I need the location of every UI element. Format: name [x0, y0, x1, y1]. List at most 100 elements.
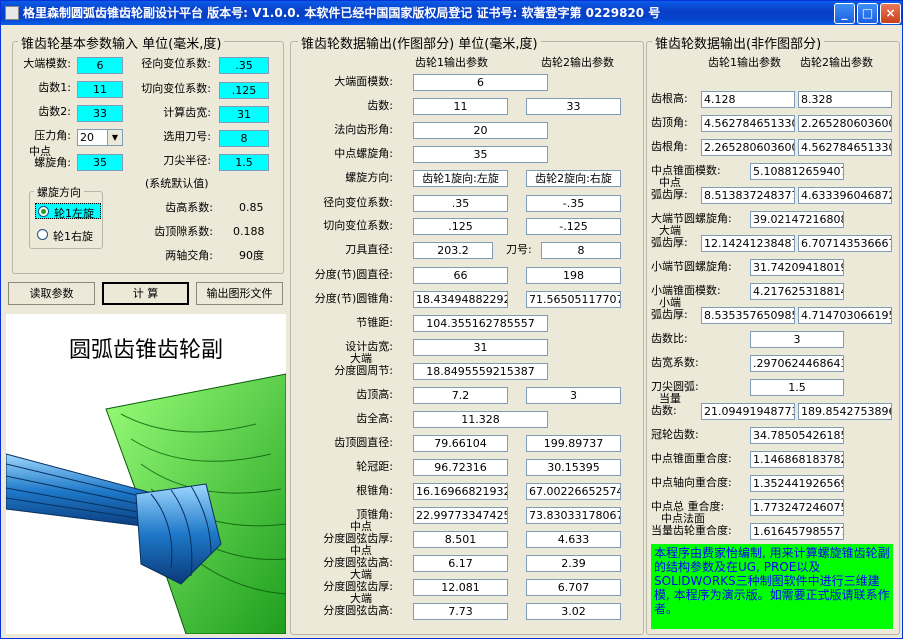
window-title: 格里森制圆弧齿锥齿轮副设计平台 版本号: V1.0.0. 本软件已经中国国家版权…	[23, 6, 661, 20]
row-value-gear1[interactable]: 31	[413, 339, 548, 356]
calculate-button[interactable]: 计 算	[102, 282, 189, 305]
row-value[interactable]: 1.7732472460756	[750, 499, 844, 516]
left-hand-option[interactable]: 轮1左旋	[35, 203, 101, 220]
row-value-gear1[interactable]: 4.128	[701, 91, 795, 108]
middle-col2-header: 齿轮2输出参数	[541, 56, 614, 69]
row-value[interactable]: .29706244686430	[750, 355, 844, 372]
row-value-gear1[interactable]: 104.355162785557	[413, 315, 548, 332]
row-value-gear1[interactable]: 20	[413, 122, 548, 139]
row-value-gear2[interactable]: 33	[526, 98, 621, 115]
pressure-angle-select[interactable]: 20 ▼	[77, 129, 123, 146]
row-value[interactable]: 1.5	[750, 379, 844, 396]
chevron-down-icon[interactable]: ▼	[107, 130, 122, 145]
row-value-gear1[interactable]: 7.2	[413, 387, 508, 404]
row-value-gear1[interactable]: 8.5138372483775	[701, 187, 795, 204]
row-value[interactable]: 39.021472168088	[750, 211, 844, 228]
row-value-gear2[interactable]: 4.7147030661951	[798, 307, 892, 324]
export-graphics-button[interactable]: 输出图形文件	[196, 282, 283, 305]
row-value-gear2[interactable]: 8	[541, 242, 621, 259]
row-value-gear1[interactable]: 66	[413, 267, 508, 284]
row-value[interactable]: 4.2176253188141	[750, 283, 844, 300]
row-value-gear1[interactable]: 2.2652806036003	[701, 139, 795, 156]
row-value-gear1[interactable]: 11.328	[413, 411, 548, 428]
row-value-gear1[interactable]: 6	[413, 74, 548, 91]
row-value-gear2[interactable]: 3	[526, 387, 621, 404]
row-value-gear1[interactable]: .35	[413, 195, 508, 212]
row-value-gear2[interactable]: 8.328	[798, 91, 892, 108]
radial-shift-input[interactable]: .35	[219, 57, 269, 74]
row-value-gear2[interactable]: -.35	[526, 195, 621, 212]
row-label: 刀具直径:	[345, 243, 393, 256]
row-value-gear2[interactable]: 3.02	[526, 603, 621, 620]
row-value-gear2[interactable]: 2.2652806036003	[798, 115, 892, 132]
row-value[interactable]: 1.6164579855778	[750, 523, 844, 540]
row-value-gear1[interactable]: 齿轮1旋向:左旋	[413, 170, 508, 187]
gear-pair-image: 圆弧齿锥齿轮副	[6, 314, 286, 634]
row-value[interactable]: 5.1088126594070	[750, 163, 844, 180]
row-value-gear1[interactable]: 4.5627846513300	[701, 115, 795, 132]
face-width-input[interactable]: 31	[219, 106, 269, 123]
row-value-gear1[interactable]: 8.5353576509858	[701, 307, 795, 324]
row-value-gear1[interactable]: 22.997733474252	[413, 507, 508, 524]
row-value-gear1[interactable]: 18.8495559215387	[413, 363, 548, 380]
row-label: 径向变位系数:	[323, 196, 393, 209]
minimize-button[interactable]: _	[834, 3, 855, 24]
row-value-gear2[interactable]: 2.39	[526, 555, 621, 572]
row-value-gear2[interactable]: -.125	[526, 218, 621, 235]
row-value-gear2[interactable]: 30.15395	[526, 459, 621, 476]
addendum-coef-label: 齿高系数:	[165, 201, 213, 214]
teeth1-input[interactable]: 11	[77, 81, 123, 98]
row-value[interactable]: 3	[750, 331, 844, 348]
row-value-gear1[interactable]: 7.73	[413, 603, 508, 620]
row-value-gear1[interactable]: 6.17	[413, 555, 508, 572]
right-hand-option[interactable]: 轮1右旋	[35, 227, 101, 243]
title-bar[interactable]: 格里森制圆弧齿锥齿轮副设计平台 版本号: V1.0.0. 本软件已经中国国家版权…	[1, 1, 902, 25]
row-value-gear2[interactable]: 齿轮2旋向:右旋	[526, 170, 621, 187]
tangential-shift-label: 切向变位系数:	[141, 82, 211, 95]
spiral-angle-input[interactable]: 35	[77, 154, 123, 171]
row-value-gear2[interactable]: 67.002266525748	[526, 483, 621, 500]
row-value[interactable]: 1.3524419265691	[750, 475, 844, 492]
tip-radius-input[interactable]: 1.5	[219, 154, 269, 171]
row-label: 冠轮齿数:	[651, 428, 699, 441]
row-value-gear2[interactable]: 73.830331780678	[526, 507, 621, 524]
right-hand-radio[interactable]	[37, 229, 48, 240]
row-value-gear2[interactable]: 4.6333960468725	[798, 187, 892, 204]
row-value-gear2[interactable]: 199.89737	[526, 435, 621, 452]
row-value-gear1[interactable]: 21.094919487733	[701, 403, 795, 420]
row-value-gear2[interactable]: 6.7071435366677	[798, 235, 892, 252]
row-value-gear2[interactable]: 189.85427538960	[798, 403, 892, 420]
close-button[interactable]: ×	[880, 3, 901, 24]
teeth2-input[interactable]: 33	[77, 105, 123, 122]
row-value[interactable]: 31.742094180192	[750, 259, 844, 276]
row-value-gear1[interactable]: 35	[413, 146, 548, 163]
basic-params-legend: 锥齿轮基本参数输入 单位(毫米,度)	[18, 33, 225, 52]
row-value-gear1[interactable]: 96.72316	[413, 459, 508, 476]
row-value-gear2[interactable]: 4.633	[526, 531, 621, 548]
maximize-button[interactable]: □	[857, 3, 878, 24]
cutter-no-input[interactable]: 8	[219, 130, 269, 147]
read-params-button[interactable]: 读取参数	[8, 282, 95, 305]
row-value-gear2[interactable]: 6.707	[526, 579, 621, 596]
row-label: 大端面模数:	[334, 75, 393, 88]
row-value-gear1[interactable]: 12.14241238487	[701, 235, 795, 252]
left-hand-radio[interactable]	[38, 206, 49, 217]
row-label: 分度圆弦齿厚:	[323, 580, 393, 593]
row-label: 中点螺旋角:	[334, 147, 393, 160]
row-value[interactable]: 34.785054261852	[750, 427, 844, 444]
row-value-gear2[interactable]: 198	[526, 267, 621, 284]
row-value-gear1[interactable]: 8.501	[413, 531, 508, 548]
row-value-gear1[interactable]: 12.081	[413, 579, 508, 596]
row-value-gear1[interactable]: 18.434948822922	[413, 291, 508, 308]
row-value-gear1[interactable]: 79.66104	[413, 435, 508, 452]
row-value-gear1[interactable]: 11	[413, 98, 508, 115]
tangential-shift-input[interactable]: .125	[219, 82, 269, 99]
row-value-gear2[interactable]: 71.565051177078	[526, 291, 621, 308]
row-label: 分度圆弦齿高:	[323, 556, 393, 569]
row-value[interactable]: 1.1468681837825	[750, 451, 844, 468]
module-input[interactable]: 6	[77, 57, 123, 74]
row-value-gear1[interactable]: 16.16966821932	[413, 483, 508, 500]
row-value-gear1[interactable]: .125	[413, 218, 508, 235]
row-value-gear2[interactable]: 4.5627846513300	[798, 139, 892, 156]
row-value-gear1[interactable]: 203.2	[413, 242, 493, 259]
